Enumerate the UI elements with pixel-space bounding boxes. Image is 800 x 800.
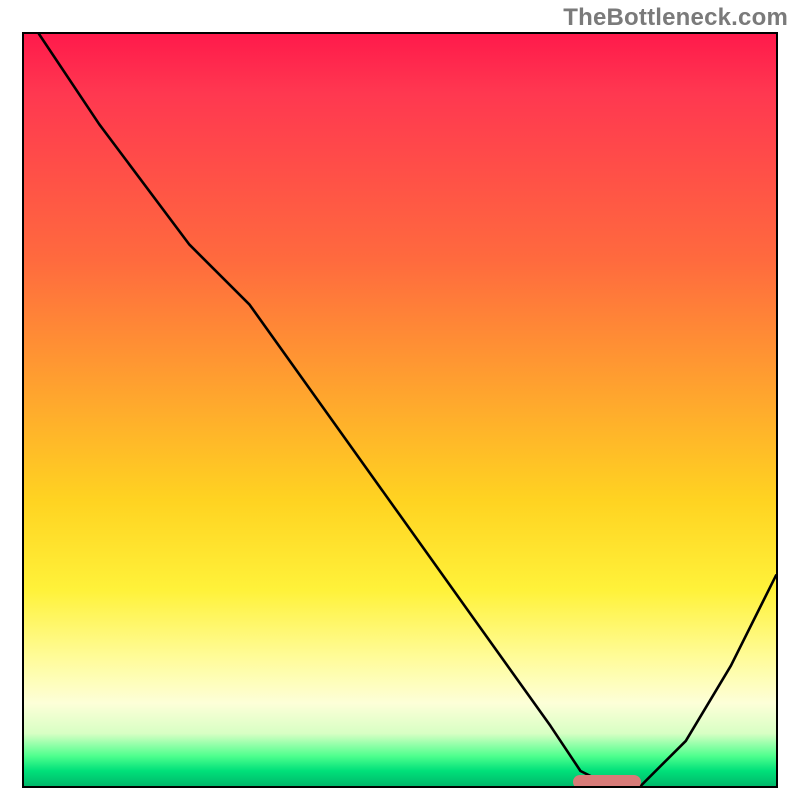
curve-layer xyxy=(24,34,776,786)
optimal-range-marker xyxy=(573,775,641,788)
chart-stage: TheBottleneck.com xyxy=(0,0,800,800)
chart-plot-area xyxy=(22,32,778,788)
bottleneck-curve-line xyxy=(39,34,776,786)
watermark-text: TheBottleneck.com xyxy=(563,4,788,32)
